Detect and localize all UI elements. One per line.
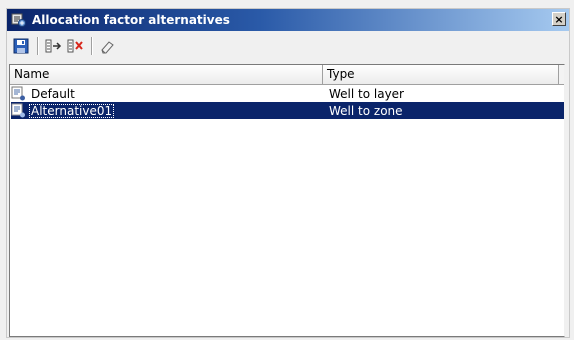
title-bar[interactable]: Allocation factor alternatives ×: [7, 9, 569, 31]
alternatives-list: Name Type Default Well to layer Alternat…: [9, 64, 565, 337]
delete-alternative-icon: [67, 39, 83, 53]
close-icon: ×: [554, 12, 564, 26]
table-row[interactable]: Alternative01 Well to zone: [11, 102, 564, 119]
allocation-factor-window: Allocation factor alternatives × Name Ty…: [6, 8, 570, 338]
delete-alternative-button[interactable]: [65, 36, 85, 56]
window-title: Allocation factor alternatives: [32, 13, 230, 27]
row-type: Well to zone: [329, 103, 403, 118]
row-type: Well to layer: [329, 86, 404, 101]
close-button[interactable]: ×: [552, 12, 566, 26]
toolbar: [7, 33, 569, 59]
column-header-name[interactable]: Name: [10, 65, 323, 84]
save-icon: [13, 38, 29, 54]
eraser-icon: [101, 41, 114, 54]
save-button[interactable]: [11, 36, 31, 56]
table-row[interactable]: Default Well to layer: [11, 85, 564, 102]
alternative-icon: [11, 103, 27, 119]
eraser-button[interactable]: [97, 36, 117, 56]
row-name: Default: [31, 86, 75, 101]
allocation-app-icon: [11, 12, 27, 28]
column-header-type[interactable]: Type: [323, 65, 559, 84]
add-alternative-icon: [45, 39, 62, 53]
list-header: Name Type: [10, 65, 564, 85]
name-cell: Alternative01: [11, 102, 323, 119]
toolbar-separator: [91, 37, 93, 55]
add-alternative-button[interactable]: [43, 36, 63, 56]
alternative-icon: [11, 86, 27, 102]
name-cell: Default: [11, 85, 323, 102]
toolbar-separator: [37, 37, 39, 55]
row-name: Alternative01: [29, 103, 115, 118]
